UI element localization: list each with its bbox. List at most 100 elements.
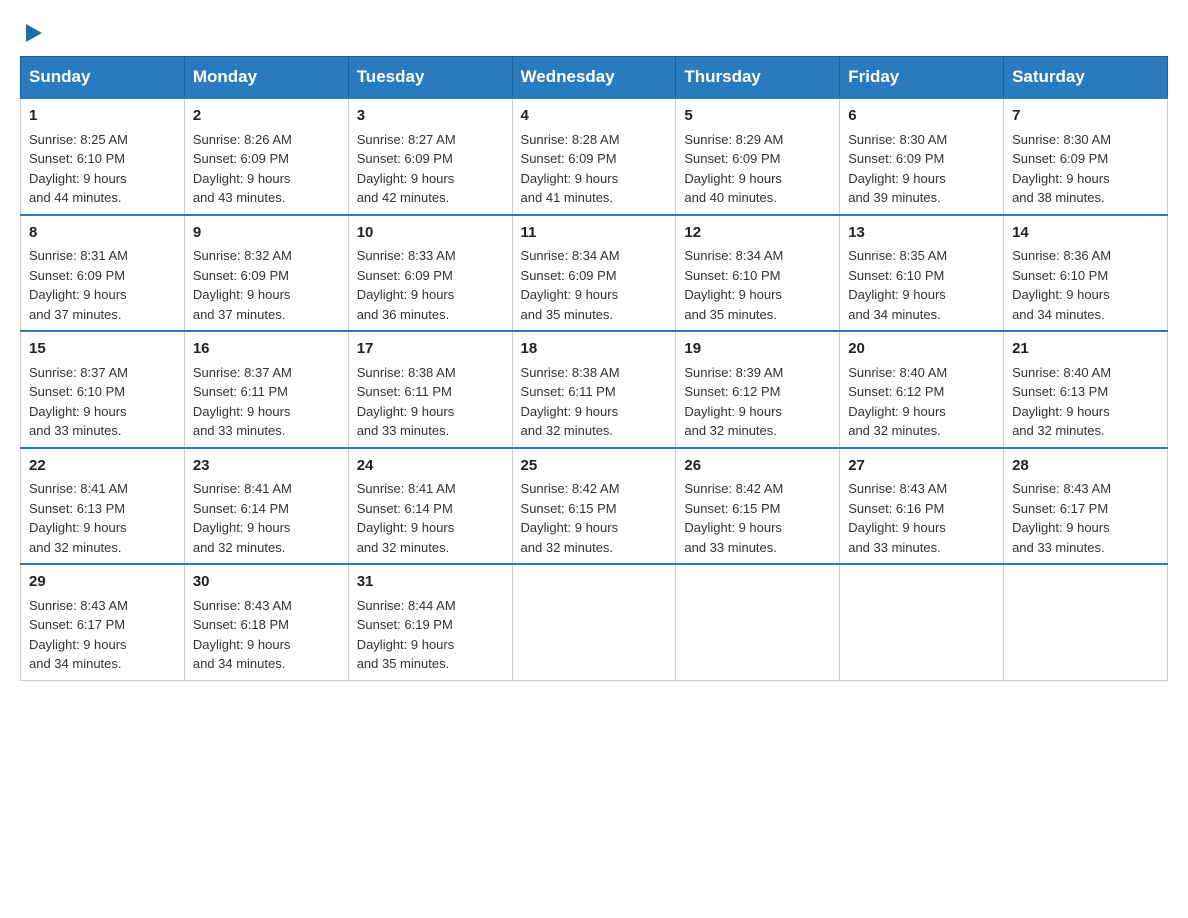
calendar-cell: 12 Sunrise: 8:34 AMSunset: 6:10 PMDaylig… [676, 215, 840, 332]
calendar-cell [840, 564, 1004, 680]
calendar-cell: 21 Sunrise: 8:40 AMSunset: 6:13 PMDaylig… [1004, 331, 1168, 448]
day-number: 28 [1012, 455, 1159, 478]
calendar-cell: 26 Sunrise: 8:42 AMSunset: 6:15 PMDaylig… [676, 448, 840, 565]
day-info: Sunrise: 8:37 AMSunset: 6:11 PMDaylight:… [193, 365, 292, 439]
day-info: Sunrise: 8:28 AMSunset: 6:09 PMDaylight:… [521, 132, 620, 206]
day-info: Sunrise: 8:43 AMSunset: 6:17 PMDaylight:… [29, 598, 128, 672]
day-number: 8 [29, 222, 176, 245]
calendar-cell: 5 Sunrise: 8:29 AMSunset: 6:09 PMDayligh… [676, 98, 840, 215]
day-number: 21 [1012, 338, 1159, 361]
day-info: Sunrise: 8:41 AMSunset: 6:14 PMDaylight:… [193, 481, 292, 555]
day-number: 23 [193, 455, 340, 478]
calendar-cell: 25 Sunrise: 8:42 AMSunset: 6:15 PMDaylig… [512, 448, 676, 565]
day-number: 31 [357, 571, 504, 594]
day-number: 22 [29, 455, 176, 478]
day-info: Sunrise: 8:31 AMSunset: 6:09 PMDaylight:… [29, 248, 128, 322]
logo [20, 20, 44, 40]
day-info: Sunrise: 8:37 AMSunset: 6:10 PMDaylight:… [29, 365, 128, 439]
calendar-cell: 22 Sunrise: 8:41 AMSunset: 6:13 PMDaylig… [21, 448, 185, 565]
calendar-cell: 2 Sunrise: 8:26 AMSunset: 6:09 PMDayligh… [184, 98, 348, 215]
day-number: 13 [848, 222, 995, 245]
day-info: Sunrise: 8:26 AMSunset: 6:09 PMDaylight:… [193, 132, 292, 206]
calendar-cell: 15 Sunrise: 8:37 AMSunset: 6:10 PMDaylig… [21, 331, 185, 448]
calendar-cell [512, 564, 676, 680]
calendar-cell: 19 Sunrise: 8:39 AMSunset: 6:12 PMDaylig… [676, 331, 840, 448]
day-number: 1 [29, 105, 176, 128]
day-info: Sunrise: 8:43 AMSunset: 6:17 PMDaylight:… [1012, 481, 1111, 555]
calendar-cell: 7 Sunrise: 8:30 AMSunset: 6:09 PMDayligh… [1004, 98, 1168, 215]
calendar-cell: 16 Sunrise: 8:37 AMSunset: 6:11 PMDaylig… [184, 331, 348, 448]
day-number: 4 [521, 105, 668, 128]
page-header [20, 20, 1168, 40]
weekday-header-thursday: Thursday [676, 57, 840, 99]
calendar-cell [676, 564, 840, 680]
week-row-4: 22 Sunrise: 8:41 AMSunset: 6:13 PMDaylig… [21, 448, 1168, 565]
calendar-cell: 28 Sunrise: 8:43 AMSunset: 6:17 PMDaylig… [1004, 448, 1168, 565]
calendar-cell: 30 Sunrise: 8:43 AMSunset: 6:18 PMDaylig… [184, 564, 348, 680]
day-info: Sunrise: 8:30 AMSunset: 6:09 PMDaylight:… [848, 132, 947, 206]
day-number: 5 [684, 105, 831, 128]
day-info: Sunrise: 8:30 AMSunset: 6:09 PMDaylight:… [1012, 132, 1111, 206]
day-number: 16 [193, 338, 340, 361]
day-number: 20 [848, 338, 995, 361]
day-number: 17 [357, 338, 504, 361]
calendar-cell: 24 Sunrise: 8:41 AMSunset: 6:14 PMDaylig… [348, 448, 512, 565]
day-number: 29 [29, 571, 176, 594]
calendar-cell: 27 Sunrise: 8:43 AMSunset: 6:16 PMDaylig… [840, 448, 1004, 565]
week-row-1: 1 Sunrise: 8:25 AMSunset: 6:10 PMDayligh… [21, 98, 1168, 215]
day-info: Sunrise: 8:39 AMSunset: 6:12 PMDaylight:… [684, 365, 783, 439]
day-number: 15 [29, 338, 176, 361]
day-number: 24 [357, 455, 504, 478]
calendar-cell: 6 Sunrise: 8:30 AMSunset: 6:09 PMDayligh… [840, 98, 1004, 215]
day-info: Sunrise: 8:36 AMSunset: 6:10 PMDaylight:… [1012, 248, 1111, 322]
day-number: 18 [521, 338, 668, 361]
weekday-header-tuesday: Tuesday [348, 57, 512, 99]
calendar-cell: 14 Sunrise: 8:36 AMSunset: 6:10 PMDaylig… [1004, 215, 1168, 332]
day-number: 7 [1012, 105, 1159, 128]
calendar-cell: 1 Sunrise: 8:25 AMSunset: 6:10 PMDayligh… [21, 98, 185, 215]
calendar-table: SundayMondayTuesdayWednesdayThursdayFrid… [20, 56, 1168, 681]
day-number: 9 [193, 222, 340, 245]
day-number: 19 [684, 338, 831, 361]
calendar-cell: 3 Sunrise: 8:27 AMSunset: 6:09 PMDayligh… [348, 98, 512, 215]
day-number: 14 [1012, 222, 1159, 245]
day-info: Sunrise: 8:40 AMSunset: 6:13 PMDaylight:… [1012, 365, 1111, 439]
day-number: 25 [521, 455, 668, 478]
calendar-cell: 4 Sunrise: 8:28 AMSunset: 6:09 PMDayligh… [512, 98, 676, 215]
weekday-header-sunday: Sunday [21, 57, 185, 99]
day-number: 11 [521, 222, 668, 245]
day-info: Sunrise: 8:25 AMSunset: 6:10 PMDaylight:… [29, 132, 128, 206]
calendar-cell: 18 Sunrise: 8:38 AMSunset: 6:11 PMDaylig… [512, 331, 676, 448]
day-number: 12 [684, 222, 831, 245]
day-info: Sunrise: 8:34 AMSunset: 6:09 PMDaylight:… [521, 248, 620, 322]
calendar-cell: 31 Sunrise: 8:44 AMSunset: 6:19 PMDaylig… [348, 564, 512, 680]
day-info: Sunrise: 8:33 AMSunset: 6:09 PMDaylight:… [357, 248, 456, 322]
weekday-header-monday: Monday [184, 57, 348, 99]
day-info: Sunrise: 8:42 AMSunset: 6:15 PMDaylight:… [521, 481, 620, 555]
weekday-header-wednesday: Wednesday [512, 57, 676, 99]
week-row-2: 8 Sunrise: 8:31 AMSunset: 6:09 PMDayligh… [21, 215, 1168, 332]
weekday-header-row: SundayMondayTuesdayWednesdayThursdayFrid… [21, 57, 1168, 99]
day-info: Sunrise: 8:44 AMSunset: 6:19 PMDaylight:… [357, 598, 456, 672]
calendar-cell: 10 Sunrise: 8:33 AMSunset: 6:09 PMDaylig… [348, 215, 512, 332]
calendar-cell: 8 Sunrise: 8:31 AMSunset: 6:09 PMDayligh… [21, 215, 185, 332]
calendar-cell [1004, 564, 1168, 680]
weekday-header-friday: Friday [840, 57, 1004, 99]
day-info: Sunrise: 8:38 AMSunset: 6:11 PMDaylight:… [521, 365, 620, 439]
day-info: Sunrise: 8:38 AMSunset: 6:11 PMDaylight:… [357, 365, 456, 439]
day-number: 6 [848, 105, 995, 128]
day-number: 2 [193, 105, 340, 128]
day-info: Sunrise: 8:41 AMSunset: 6:14 PMDaylight:… [357, 481, 456, 555]
weekday-header-saturday: Saturday [1004, 57, 1168, 99]
calendar-cell: 23 Sunrise: 8:41 AMSunset: 6:14 PMDaylig… [184, 448, 348, 565]
day-info: Sunrise: 8:43 AMSunset: 6:18 PMDaylight:… [193, 598, 292, 672]
day-info: Sunrise: 8:27 AMSunset: 6:09 PMDaylight:… [357, 132, 456, 206]
day-info: Sunrise: 8:32 AMSunset: 6:09 PMDaylight:… [193, 248, 292, 322]
day-info: Sunrise: 8:29 AMSunset: 6:09 PMDaylight:… [684, 132, 783, 206]
day-info: Sunrise: 8:40 AMSunset: 6:12 PMDaylight:… [848, 365, 947, 439]
day-number: 30 [193, 571, 340, 594]
week-row-5: 29 Sunrise: 8:43 AMSunset: 6:17 PMDaylig… [21, 564, 1168, 680]
calendar-cell: 29 Sunrise: 8:43 AMSunset: 6:17 PMDaylig… [21, 564, 185, 680]
logo-triangle-icon [22, 22, 44, 44]
day-info: Sunrise: 8:35 AMSunset: 6:10 PMDaylight:… [848, 248, 947, 322]
